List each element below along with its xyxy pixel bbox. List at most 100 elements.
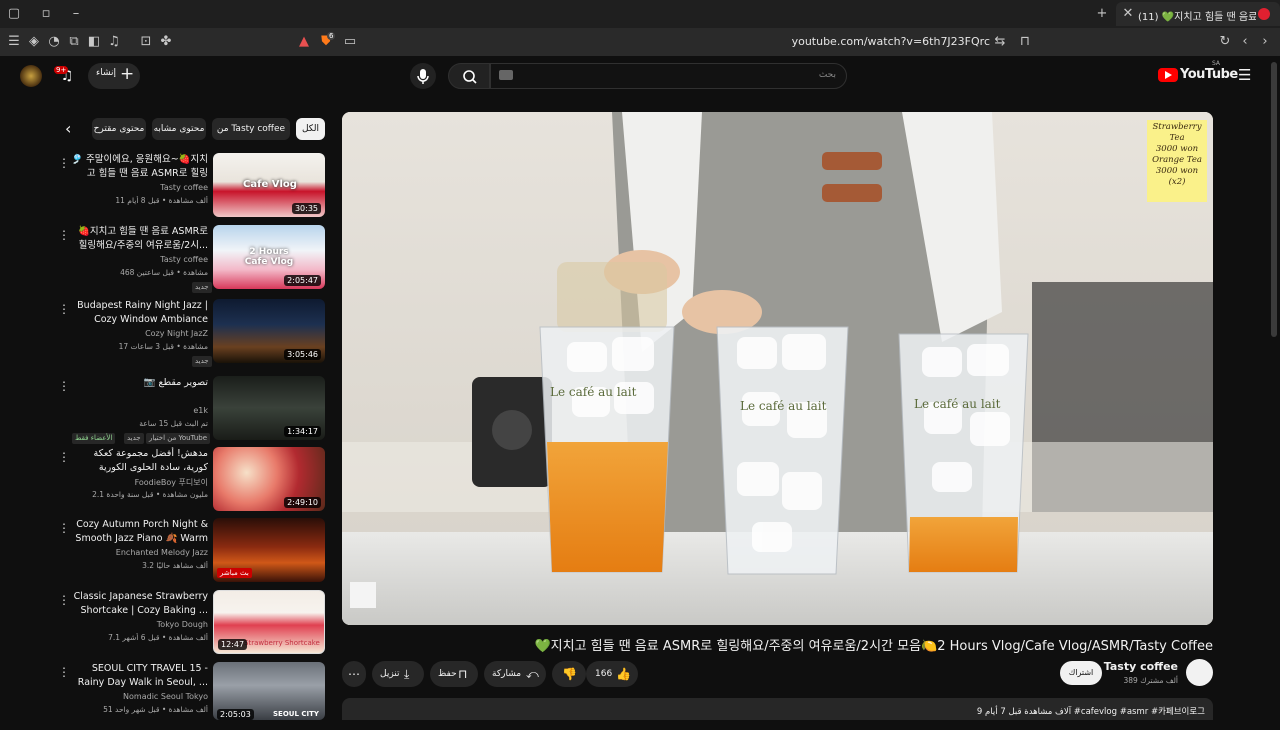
window-minimize-icon[interactable]: ▫	[38, 6, 54, 22]
download-label: تنزيل	[380, 669, 400, 679]
list-item[interactable]: ⋮ 📷 تصوير مقطع e1k تم البث قبل 15 ساعة م…	[52, 376, 328, 444]
brave-rewards-icon[interactable]: ▲	[296, 34, 312, 50]
rec-thumbnail[interactable]: 1:34:17	[213, 376, 325, 440]
rec-thumbnail[interactable]: 2 Hours Cafe Vlog 2:05:47	[213, 225, 325, 289]
thumbs-up-icon: 👍	[616, 667, 631, 681]
rec-meta: 2.1 مليون مشاهدة • قبل سنة واحدة	[92, 490, 208, 499]
chip-all[interactable]: الكل	[296, 118, 325, 140]
rec-title[interactable]: 🎐 주말이에요, 응원해요~🍓지치고 힘들 땐 음료 ASMR로 힐링	[70, 153, 208, 181]
like-button[interactable]: 166 👍	[586, 661, 638, 687]
search-input[interactable]: بحث	[490, 63, 847, 89]
rec-channel[interactable]: Cozy Night JazZ	[70, 329, 208, 340]
music-icon[interactable]: ♫	[106, 34, 122, 50]
more-actions-button[interactable]: ⋯	[342, 661, 366, 687]
keyboard-icon[interactable]	[499, 70, 513, 80]
rec-title[interactable]: SEOUL CITY TRAVEL 15 - Rainy Day Walk in…	[70, 662, 208, 690]
page-scrollbar[interactable]	[1271, 62, 1277, 337]
menu-line: 3000 won	[1155, 166, 1199, 176]
save-label: حفظ	[438, 669, 457, 679]
minimize-icon[interactable]: –	[68, 6, 84, 22]
youtube-play-icon	[1158, 68, 1178, 82]
from-youtube-badge: من اختيار YouTube	[146, 433, 211, 444]
rec-channel[interactable]: Tasty coffee	[70, 255, 208, 266]
rec-channel[interactable]: e1k	[70, 406, 208, 417]
more-options-icon[interactable]: ⋮	[58, 594, 70, 608]
reload-icon[interactable]: ↻	[1217, 34, 1233, 50]
download-button[interactable]: تنزيل ⤓	[372, 661, 424, 687]
shield-icon[interactable]: ◈	[26, 34, 42, 50]
list-item[interactable]: ⋮ Budapest Rainy Night Jazz | Cozy Windo…	[52, 299, 328, 367]
chips-prev-icon[interactable]: ‹	[65, 121, 81, 139]
more-options-icon[interactable]: ⋮	[58, 666, 70, 680]
rec-thumbnail[interactable]: بث مباشر	[213, 518, 325, 582]
screenshot-icon[interactable]: ⊡	[138, 34, 154, 50]
duration-badge: 12:47	[218, 639, 248, 650]
youtube-logo[interactable]: YouTube SA	[1158, 60, 1238, 86]
forward-icon[interactable]: ›	[1257, 34, 1273, 50]
rec-channel[interactable]: Enchanted Melody Jazz	[70, 548, 208, 559]
rec-thumbnail[interactable]: SEOUL CITY 2:05:03	[213, 662, 325, 720]
more-options-icon[interactable]: ⋮	[58, 303, 70, 317]
rec-title[interactable]: Classic Japanese Strawberry Shortcake | …	[70, 590, 208, 618]
chip-similar[interactable]: محتوى مشابه	[152, 118, 206, 140]
history-icon[interactable]: ◔	[46, 34, 62, 50]
voice-search-button[interactable]	[410, 63, 436, 89]
list-item[interactable]: ⋮ 🎐 주말이에요, 응원해요~🍓지치고 힘들 땐 음료 ASMR로 힐링 Ta…	[52, 153, 328, 221]
chip-from-channel[interactable]: من Tasty coffee	[212, 118, 290, 140]
rec-thumbnail[interactable]: Strawberry Shortcake 12:47	[213, 590, 325, 654]
guide-menu-icon[interactable]: ☰	[1238, 67, 1254, 83]
more-options-icon[interactable]: ⋮	[58, 157, 70, 171]
mic-icon	[417, 69, 429, 84]
rec-thumbnail[interactable]: 3:05:46	[213, 299, 325, 363]
rec-channel[interactable]: Tokyo Dough	[70, 620, 208, 631]
rec-title[interactable]: Cozy Autumn Porch Night & Smooth Jazz Pi…	[70, 518, 208, 546]
region-code: SA	[1212, 60, 1221, 67]
rec-channel[interactable]: FoodieBoy 푸디보이	[70, 477, 208, 488]
list-item[interactable]: ⋮ مدهش! أفضل مجموعة كعكة كورية، سادة الح…	[52, 447, 328, 515]
chip-recommended[interactable]: محتوى مقترح	[92, 118, 146, 140]
video-frame	[342, 112, 1213, 625]
window-restore-icon[interactable]: ▢	[6, 6, 22, 22]
rec-title[interactable]: 🍓지치고 힘들 땐 음료 ASMR로 힐링해요/주중의 여유로움/2시...	[70, 225, 208, 253]
rec-thumbnail[interactable]: 2:49:10	[213, 447, 325, 511]
more-options-icon[interactable]: ⋮	[58, 229, 70, 243]
address-bar[interactable]: youtube.com/watch?v=6th7J23FQrc	[700, 35, 990, 49]
share-button[interactable]: مشاركة ⤺	[484, 661, 546, 687]
new-tab-icon[interactable]: +	[1094, 6, 1110, 22]
save-icon: ⊓	[458, 667, 468, 681]
tabs-icon[interactable]: ⧉	[66, 34, 82, 50]
rec-thumbnail[interactable]: Cafe Vlog 30:35	[213, 153, 325, 217]
more-options-icon[interactable]: ⋮	[58, 451, 70, 465]
rec-meta: 11 ألف مشاهدة • قبل 8 أيام	[115, 196, 208, 205]
extensions-icon[interactable]: ✤	[158, 34, 174, 50]
channel-avatar[interactable]	[1186, 659, 1213, 686]
dislike-button[interactable]: 👎	[552, 661, 586, 687]
list-item[interactable]: ⋮ 🍓지치고 힘들 땐 음료 ASMR로 힐링해요/주중의 여유로움/2시...…	[52, 225, 328, 293]
search-button[interactable]	[448, 63, 490, 89]
rec-title[interactable]: مدهش! أفضل مجموعة كعكة كورية، سادة الحلو…	[70, 447, 208, 475]
reader-mode-icon[interactable]: ▭	[342, 34, 358, 50]
list-item[interactable]: ⋮ Cozy Autumn Porch Night & Smooth Jazz …	[52, 518, 328, 586]
more-options-icon[interactable]: ⋮	[58, 522, 70, 536]
create-button[interactable]: إنشاء +	[88, 63, 140, 89]
close-tab-icon[interactable]: ✕	[1120, 6, 1136, 22]
tab-title: (11) 💚지치고 힘들 땐 음료 ASM	[1138, 12, 1256, 22]
sidebar-icon[interactable]: ◧	[86, 34, 102, 50]
rec-channel[interactable]: Nomadic Seoul Tokyo	[70, 692, 208, 703]
bookmark-icon[interactable]: ⊓	[1017, 34, 1033, 50]
rec-channel[interactable]: Tasty coffee	[70, 183, 208, 194]
list-item[interactable]: ⋮ Classic Japanese Strawberry Shortcake …	[52, 590, 328, 658]
rec-title[interactable]: Budapest Rainy Night Jazz | Cozy Window …	[70, 299, 208, 327]
browser-tab-bar: ▢ ▫ – +	[0, 0, 1280, 28]
share-link-icon[interactable]: ⇆	[992, 34, 1008, 50]
menu-icon[interactable]: ☰	[6, 34, 22, 50]
account-avatar[interactable]	[20, 65, 42, 87]
more-options-icon[interactable]: ⋮	[58, 380, 70, 394]
video-player[interactable]: Strawberry Tea 3000 won Orange Tea 3000 …	[342, 112, 1213, 625]
subscribe-button[interactable]: اشتراك	[1060, 661, 1102, 685]
menu-board: Strawberry Tea 3000 won Orange Tea 3000 …	[1147, 122, 1207, 188]
save-button[interactable]: حفظ ⊓	[430, 661, 478, 687]
more-icon: ⋯	[348, 667, 360, 681]
rec-title[interactable]: 📷 تصوير مقطع	[70, 376, 208, 404]
back-icon[interactable]: ‹	[1237, 34, 1253, 50]
